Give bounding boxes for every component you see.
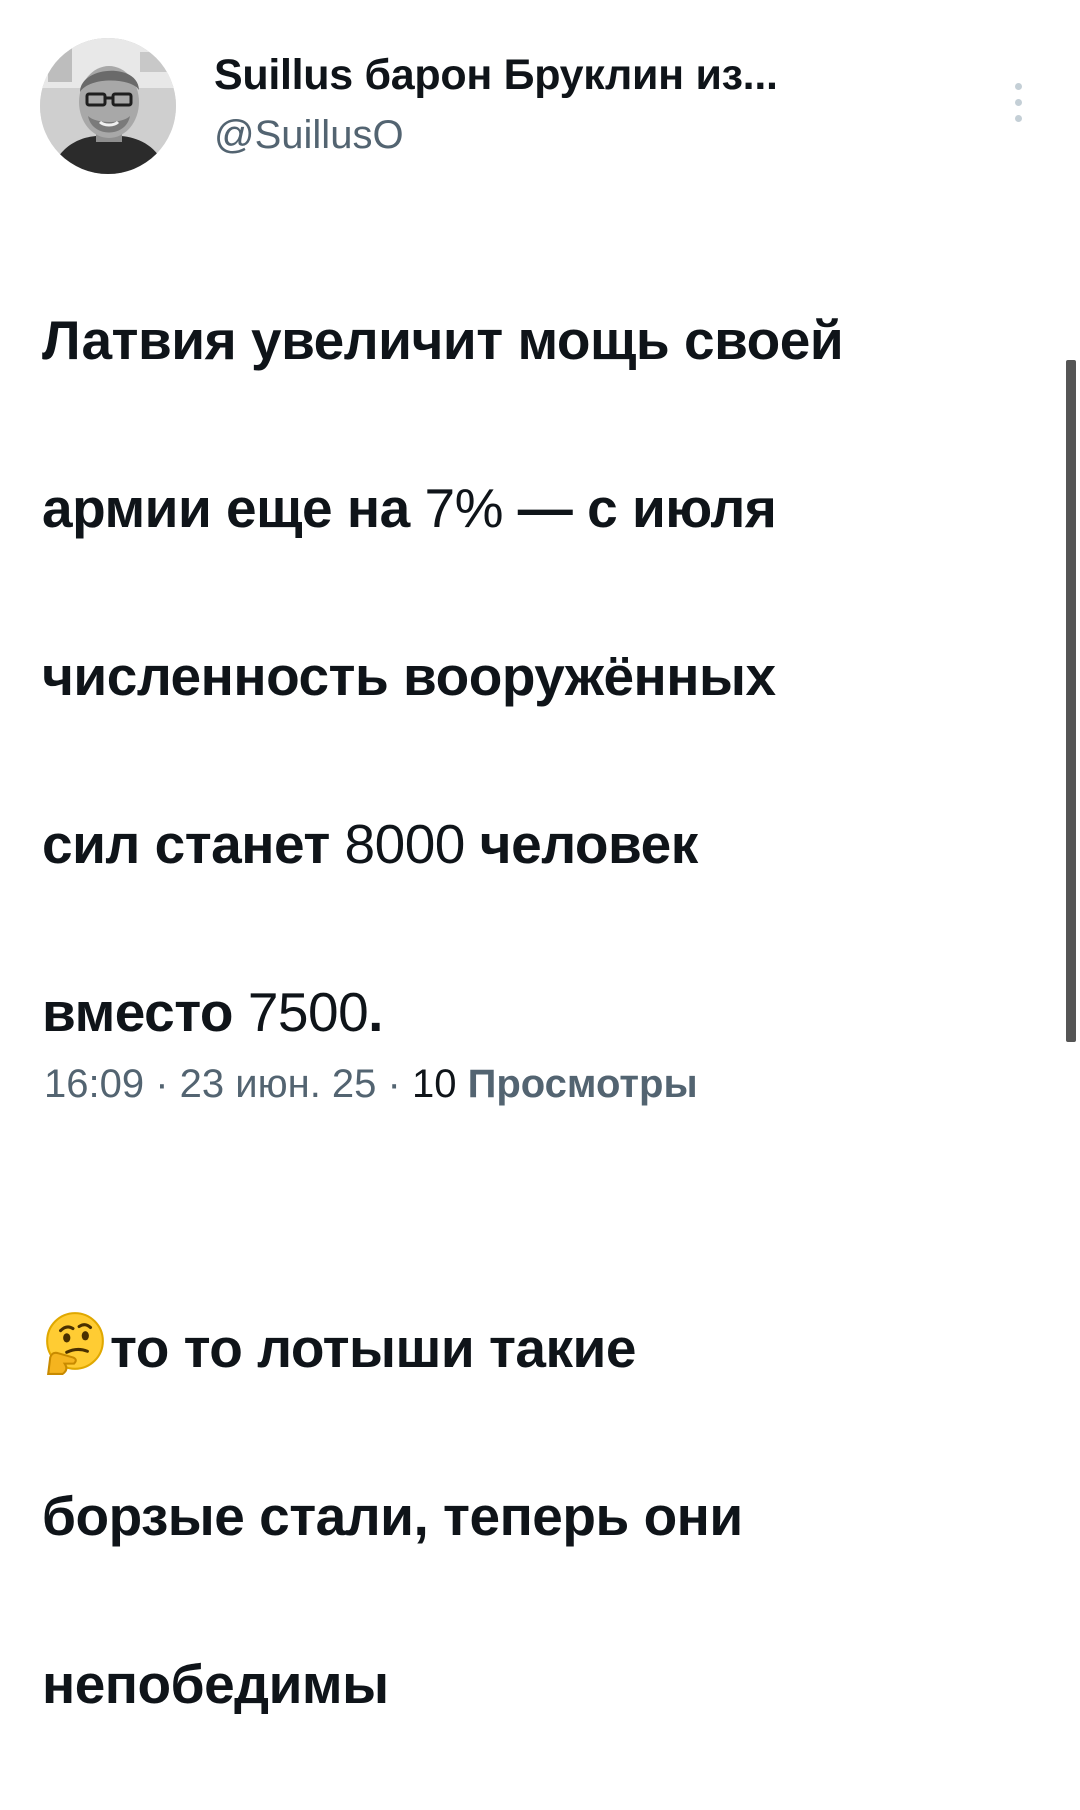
meta-separator: · xyxy=(144,1062,180,1106)
profile-photo-icon xyxy=(40,38,176,174)
display-name[interactable]: Suillus барон Бруклин из... xyxy=(214,50,974,100)
tweet-time[interactable]: 16:09 xyxy=(44,1062,144,1106)
tweet-text: Латвия увеличит мощь своей армии еще на … xyxy=(42,214,1042,1810)
more-vertical-icon-dot xyxy=(1014,114,1022,122)
tweet-line: Латвия увеличит мощь своей xyxy=(42,309,844,371)
tweet-line: то то лотыши такие xyxy=(42,1306,1042,1390)
author-info: Suillus барон Бруклин из... @SuillusO xyxy=(214,50,974,160)
more-options-button[interactable] xyxy=(1004,66,1032,138)
user-handle[interactable]: @SuillusO xyxy=(214,110,974,160)
tweet-date[interactable]: 23 июн. 25 xyxy=(180,1062,377,1106)
meta-separator: · xyxy=(376,1062,412,1106)
tweet-line: непобедимы xyxy=(42,1653,389,1715)
tweet-line: вместо 7500. xyxy=(42,981,383,1043)
tweet-line: борзые стали, теперь они xyxy=(42,1485,743,1547)
more-vertical-icon xyxy=(1014,82,1022,90)
more-vertical-icon-dot xyxy=(1014,98,1022,106)
tweet-meta: 16:09 · 23 июн. 25 · 10 Просмотры xyxy=(44,1056,698,1112)
tweet-card: Suillus барон Бруклин из... @SuillusO Ла… xyxy=(0,0,1080,1715)
tweet-line: армии еще на 7% — с июля xyxy=(42,477,777,539)
scrollbar[interactable] xyxy=(1066,360,1076,1042)
thinking-face-icon xyxy=(46,1312,104,1375)
tweet-line: сил станет 8000 человек xyxy=(42,813,698,875)
views-count: 10 xyxy=(411,1062,457,1106)
views-label[interactable]: Просмотры xyxy=(468,1062,698,1106)
avatar[interactable] xyxy=(40,38,176,174)
tweet-line: численность вооружённых xyxy=(42,645,776,707)
tweet-header: Suillus барон Бруклин из... @SuillusO xyxy=(40,38,1030,178)
